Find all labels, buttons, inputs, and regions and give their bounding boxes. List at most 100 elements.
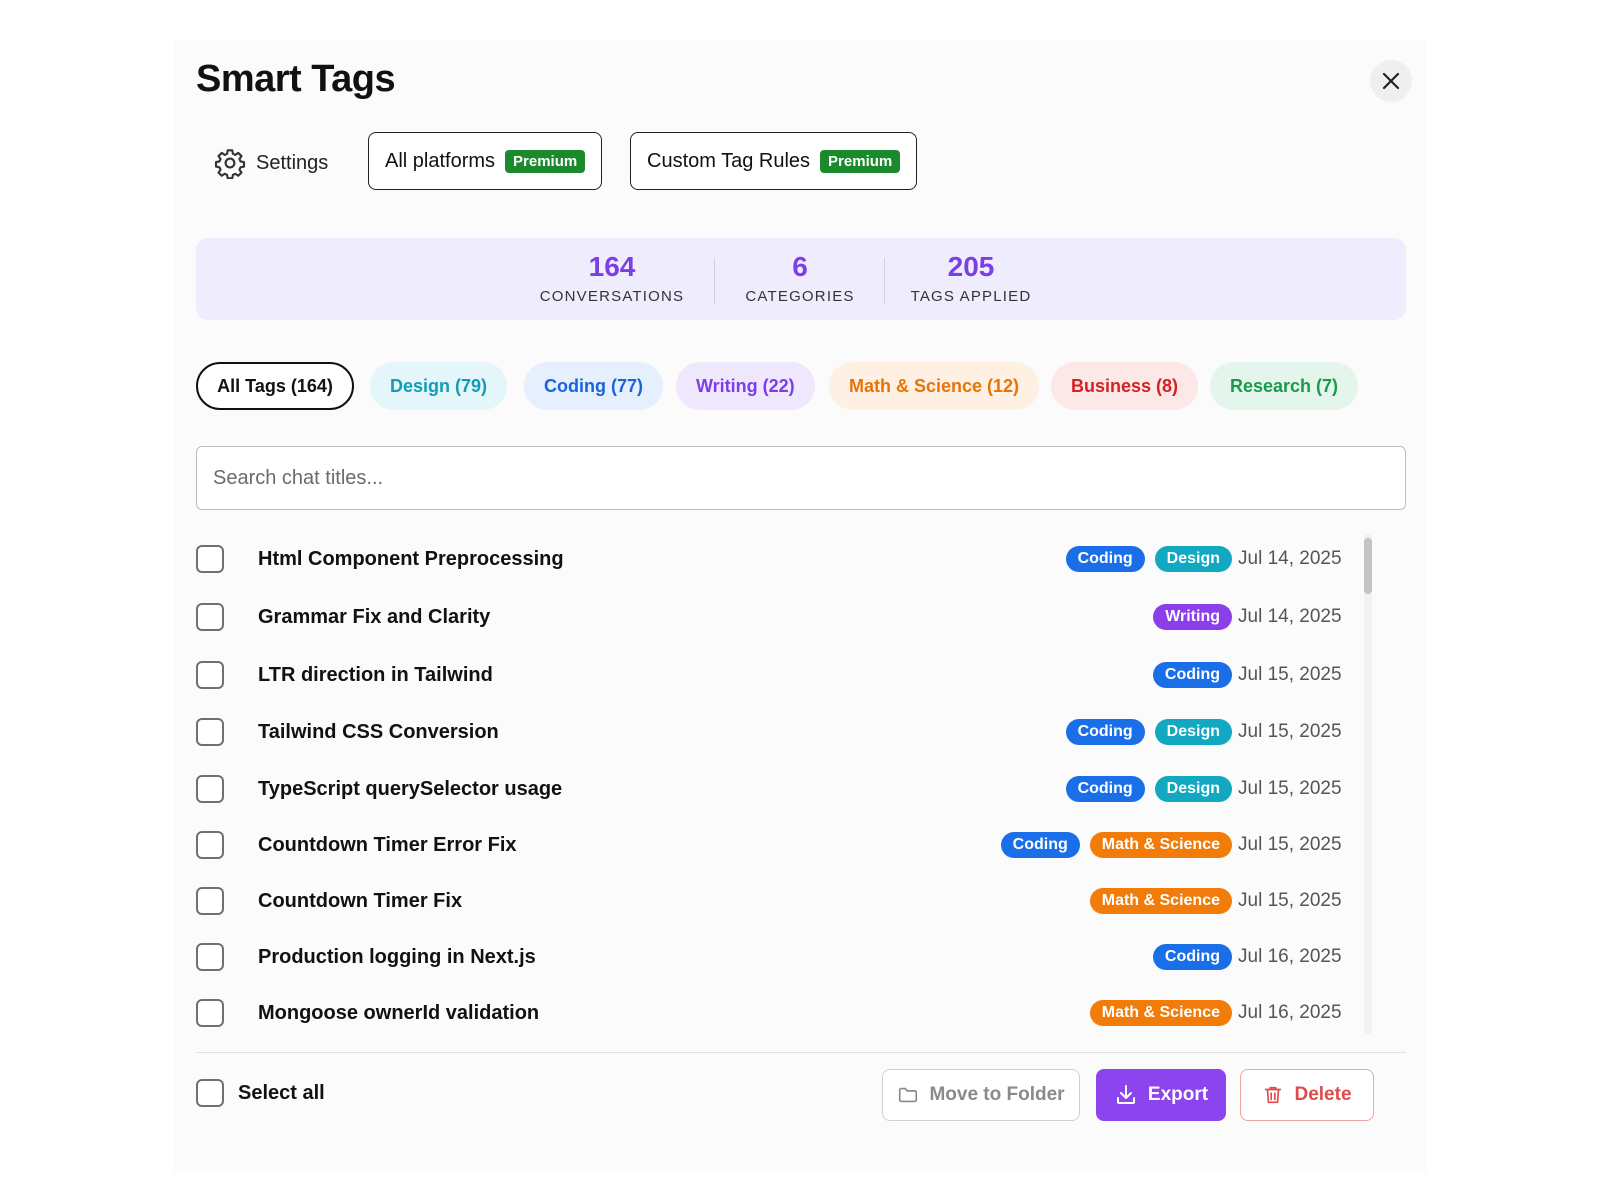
tag-badge: Design [1154, 776, 1232, 802]
filter-chip-research[interactable]: Research (7) [1210, 362, 1359, 410]
tag-badge: Coding [1152, 944, 1232, 970]
conversation-title[interactable]: TypeScript querySelector usage [258, 778, 562, 801]
delete-button[interactable]: Delete [1240, 1069, 1374, 1121]
stat-value: 164 [588, 251, 636, 282]
conversation-date: Jul 15, 2025 [1238, 778, 1342, 799]
conversation-date: Jul 16, 2025 [1238, 1002, 1342, 1023]
conversation-title[interactable]: Mongoose ownerId validation [258, 1002, 539, 1025]
conversation-row[interactable]: Html Component Preprocessing Coding Design… [196, 534, 1356, 584]
tag-badge: Coding [1065, 719, 1145, 745]
row-checkbox[interactable] [196, 603, 224, 631]
tag-badge: Design [1154, 719, 1232, 745]
tag-badge: Math & Science [1089, 888, 1232, 914]
conversation-date: Jul 14, 2025 [1238, 548, 1342, 569]
stat-value: 205 [947, 251, 995, 282]
tag-badge: Writing [1153, 604, 1232, 630]
tag-list: Coding Design [1065, 719, 1232, 745]
conversation-date: Jul 15, 2025 [1238, 890, 1342, 911]
row-checkbox[interactable] [196, 943, 224, 971]
all-platforms-button[interactable]: All platforms Premium [368, 132, 603, 190]
filter-chip-all-tags[interactable]: All Tags (164) [196, 362, 354, 410]
filter-chip-design[interactable]: Design (79) [370, 362, 508, 410]
stat-tags-applied: 205 TAGS APPLIED [910, 250, 1032, 305]
select-all-control[interactable]: Select all [196, 1079, 325, 1107]
scrollbar-thumb[interactable] [1364, 538, 1372, 594]
conversation-row[interactable]: Grammar Fix and Clarity Writing Jul 14, 20… [196, 592, 1356, 642]
conversation-title[interactable]: Countdown Timer Error Fix [258, 834, 517, 857]
conversation-row[interactable]: Countdown Timer Fix Math & Science Jul 15,… [196, 876, 1356, 926]
tag-badge: Design [1154, 546, 1232, 572]
trash-icon [1265, 1086, 1282, 1104]
settings-label: Settings [256, 151, 329, 174]
close-button[interactable] [1370, 60, 1412, 102]
download-icon [1116, 1085, 1135, 1104]
filter-chip-writing[interactable]: Writing (22) [676, 362, 815, 410]
filter-chip-business[interactable]: Business (8) [1051, 362, 1199, 410]
conversation-row[interactable]: Countdown Timer Error Fix Coding Math & Sc… [196, 820, 1356, 870]
row-checkbox[interactable] [196, 775, 224, 803]
stat-value: 6 [792, 251, 808, 282]
tag-badge: Coding [1065, 776, 1145, 802]
conversation-row[interactable]: Mongoose ownerId validation Math & Scienc… [196, 988, 1356, 1038]
row-checkbox[interactable] [196, 545, 224, 573]
export-label: Export [1147, 1084, 1209, 1105]
stat-divider [714, 258, 715, 304]
list-scrollbar[interactable] [1364, 534, 1372, 1034]
tag-list: Coding Math & Science [1000, 832, 1232, 858]
conversation-date: Jul 15, 2025 [1238, 834, 1342, 855]
custom-tag-rules-label: Custom Tag Rules [647, 149, 811, 172]
tag-list: Coding [1152, 662, 1232, 688]
conversation-title[interactable]: Production logging in Next.js [258, 946, 536, 969]
stat-label: TAGS APPLIED [910, 288, 1032, 305]
move-to-folder-label: Move to Folder [929, 1084, 1065, 1105]
move-to-folder-button[interactable]: Move to Folder [882, 1069, 1080, 1121]
conversation-date: Jul 15, 2025 [1238, 664, 1342, 685]
tag-list: Coding Design [1065, 546, 1232, 572]
close-icon [1382, 72, 1400, 90]
select-all-checkbox[interactable] [196, 1079, 224, 1107]
stat-label: CONVERSATIONS [539, 288, 685, 305]
premium-badge: Premium [505, 149, 586, 173]
conversation-title[interactable]: Grammar Fix and Clarity [258, 606, 490, 629]
row-checkbox[interactable] [196, 718, 224, 746]
conversation-title[interactable]: Html Component Preprocessing [258, 548, 564, 571]
search-input[interactable] [196, 446, 1406, 510]
folder-icon [899, 1087, 918, 1103]
tag-list: Coding [1152, 944, 1232, 970]
row-checkbox[interactable] [196, 831, 224, 859]
filter-chip-math-science[interactable]: Math & Science (12) [829, 362, 1040, 410]
dialog-title: Smart Tags [196, 58, 396, 100]
select-all-label: Select all [238, 1081, 325, 1104]
stat-divider [884, 258, 885, 304]
row-checkbox[interactable] [196, 887, 224, 915]
conversation-title[interactable]: Tailwind CSS Conversion [258, 721, 499, 744]
conversation-row[interactable]: LTR direction in Tailwind Coding Jul 15, 2… [196, 650, 1356, 700]
row-checkbox[interactable] [196, 661, 224, 689]
footer-bar: Select all Move to Folder Export Delete [196, 1052, 1406, 1152]
conversation-date: Jul 15, 2025 [1238, 721, 1342, 742]
tag-badge: Coding [1152, 662, 1232, 688]
conversation-title[interactable]: LTR direction in Tailwind [258, 664, 493, 687]
tag-badge: Math & Science [1089, 832, 1232, 858]
stats-panel: 164 CONVERSATIONS 6 CATEGORIES 205 TAGS … [196, 238, 1406, 320]
tag-badge: Math & Science [1089, 1000, 1232, 1026]
custom-tag-rules-button[interactable]: Custom Tag Rules Premium [630, 132, 918, 190]
conversation-title[interactable]: Countdown Timer Fix [258, 890, 462, 913]
conversation-row[interactable]: TypeScript querySelector usage Coding Desi… [196, 764, 1356, 814]
row-checkbox[interactable] [196, 999, 224, 1027]
all-platforms-label: All platforms [385, 149, 496, 172]
tag-list: Coding Design [1065, 776, 1232, 802]
settings-button[interactable]: Settings [214, 146, 328, 180]
conversation-list: Html Component Preprocessing Coding Design… [196, 534, 1406, 1054]
delete-label: Delete [1294, 1084, 1352, 1105]
stat-label: CATEGORIES [745, 288, 855, 305]
conversation-row[interactable]: Production logging in Next.js Coding Jul 1… [196, 932, 1356, 982]
export-button[interactable]: Export [1096, 1069, 1226, 1121]
conversation-date: Jul 14, 2025 [1238, 606, 1342, 627]
stat-conversations: 164 CONVERSATIONS [538, 250, 686, 305]
conversation-row[interactable]: Tailwind CSS Conversion Coding Design Jul 1… [196, 707, 1356, 757]
toolbar: Settings All platforms Premium Custom Ta… [196, 132, 1406, 248]
tag-list: Math & Science [1089, 1000, 1232, 1026]
tag-badge: Coding [1065, 546, 1145, 572]
filter-chip-coding[interactable]: Coding (77) [524, 362, 663, 410]
